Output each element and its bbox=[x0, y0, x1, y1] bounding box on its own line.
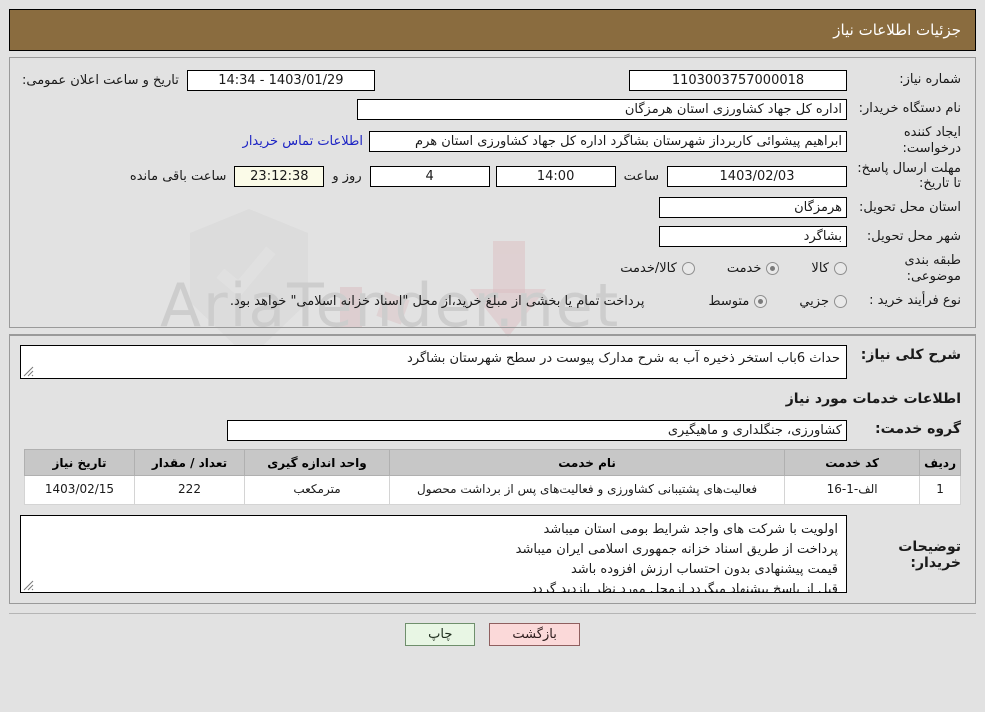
need-summary-value[interactable]: حداث 6باب استخر ذخیره آب به شرح مدارک پی… bbox=[20, 345, 847, 380]
need-services-panel: شرح کلی نیاز: حداث 6باب استخر ذخیره آب ب… bbox=[9, 334, 976, 604]
radio-service-label: خدمت bbox=[726, 261, 762, 277]
buyer-contact-link[interactable]: اطلاعات تماس خریدار bbox=[243, 134, 363, 149]
row-need-summary: شرح کلی نیاز: حداث 6باب استخر ذخیره آب ب… bbox=[20, 345, 965, 380]
public-announce-label: تاریخ و ساعت اعلان عمومی: bbox=[22, 72, 179, 88]
resize-handle-icon[interactable] bbox=[23, 366, 34, 377]
cell-name: فعالیت‌های پشتیبانی کشاورزی و فعالیت‌های… bbox=[388, 475, 786, 505]
deadline-label: مهلت ارسال پاسخ: تا تاریخ: bbox=[857, 160, 961, 192]
page-header: جزئیات اطلاعات نیاز bbox=[9, 9, 976, 51]
category-radio-group[interactable]: کالا خدمت کالا/خدمت bbox=[592, 261, 847, 276]
service-items-table-wrap: ردیف کد خدمت نام خدمت واحد اندازه گیری ت… bbox=[20, 449, 965, 505]
row-purchase-process: نوع فرأیند خرید : جزیي متوسط پرداخت تمام… bbox=[20, 288, 965, 314]
buyer-notes-value[interactable]: اولویت با شرکت های واجد شرایط بومی استان… bbox=[20, 514, 847, 593]
category-label: طبقه بندی موضوعی: bbox=[904, 252, 962, 284]
days-label: روز و bbox=[332, 168, 362, 184]
radio-minor-label: جزیي bbox=[799, 293, 829, 309]
row-service-group: گروه خدمت: کشاورزی، جنگلداری و ماهیگیری bbox=[20, 417, 965, 443]
buyer-notes-label: توضیحات خریدار: bbox=[898, 538, 961, 571]
city-label: شهر محل تحویل: bbox=[866, 228, 961, 244]
radio-goods-icon[interactable] bbox=[834, 262, 847, 276]
need-number-label: شماره نیاز: bbox=[899, 71, 961, 87]
th-index: ردیف bbox=[919, 449, 961, 477]
cell-need-date: 1403/02/15 bbox=[24, 475, 135, 505]
radio-goods-service-icon[interactable] bbox=[681, 262, 695, 276]
need-summary-text: حداث 6باب استخر ذخیره آب به شرح مدارک پی… bbox=[407, 351, 840, 367]
need-summary-label: شرح کلی نیاز: bbox=[860, 347, 961, 364]
remaining-days-value[interactable]: 4 bbox=[369, 165, 490, 187]
page-title: جزئیات اطلاعات نیاز bbox=[833, 21, 961, 39]
radio-goods-label: کالا bbox=[811, 261, 829, 277]
row-buyer-org: نام دستگاه خریدار: اداره کل جهاد کشاورزی… bbox=[20, 96, 965, 122]
row-subject-category: طبقه بندی موضوعی: کالا خدمت کالا/خدمت bbox=[20, 253, 965, 286]
radio-medium-label: متوسط bbox=[708, 293, 750, 309]
public-announce-value[interactable]: 14:34 - 1403/01/29 bbox=[186, 69, 375, 91]
service-group-value[interactable]: کشاورزی، جنگلداری و ماهیگیری bbox=[227, 419, 847, 441]
radio-service-icon[interactable] bbox=[766, 262, 780, 276]
buyer-note-line: قیمت پیشنهادی بدون احتساب ارزش افزوده با… bbox=[570, 561, 838, 577]
cell-code: الف-1-16 bbox=[784, 475, 921, 505]
print-button[interactable]: چاپ bbox=[405, 622, 476, 646]
row-response-deadline: مهلت ارسال پاسخ: تا تاریخ: 1403/02/03 سا… bbox=[20, 161, 965, 192]
hour-label: ساعت bbox=[623, 168, 659, 184]
services-section-title: اطلاعات خدمات مورد نیاز bbox=[785, 391, 961, 408]
creator-label: ایجاد کننده درخواست: bbox=[902, 125, 961, 157]
need-info-panel: شماره نیاز: 1103003757000018 14:34 - 140… bbox=[9, 57, 976, 329]
cell-unit: مترمکعب bbox=[244, 475, 390, 505]
row-buyer-notes: توضیحات خریدار: اولویت با شرکت های واجد … bbox=[20, 514, 965, 593]
table-header-row: ردیف کد خدمت نام خدمت واحد اندازه گیری ت… bbox=[24, 449, 961, 477]
creator-value[interactable]: ابراهیم پیشوائی کاربرداز شهرستان بشاگرد … bbox=[369, 130, 847, 152]
buyer-note-line: پرداخت از طریق اسناد خزانه جمهوری اسلامی… bbox=[515, 541, 838, 557]
buyer-note-line: قبل از پاسخ پیشنهاد میگردد ازمحل مورد نظ… bbox=[531, 582, 838, 593]
cell-quantity: 222 bbox=[134, 475, 245, 505]
th-need-date: تاریخ نیاز bbox=[24, 449, 135, 477]
radio-goods-service-label: کالا/خدمت bbox=[620, 261, 677, 277]
radio-item-minor[interactable]: جزیي bbox=[799, 294, 847, 309]
th-unit: واحد اندازه گیری bbox=[244, 449, 390, 477]
city-value[interactable]: بشاگرد bbox=[659, 226, 847, 248]
service-items-table: ردیف کد خدمت نام خدمت واحد اندازه گیری ت… bbox=[24, 449, 961, 505]
service-group-label: گروه خدمت: bbox=[875, 421, 961, 438]
buyer-org-value[interactable]: اداره کل جهاد کشاورزی استان هرمزگان bbox=[357, 98, 847, 120]
cell-index: 1 bbox=[919, 475, 961, 505]
radio-item-medium[interactable]: متوسط bbox=[708, 293, 768, 309]
countdown-timer: 23:12:38 bbox=[234, 165, 325, 187]
process-label: نوع فرأیند خرید : bbox=[869, 293, 961, 309]
radio-item-goods-service[interactable]: کالا/خدمت bbox=[620, 261, 695, 276]
radio-item-goods[interactable]: کالا bbox=[811, 261, 847, 276]
footer-actions: بازگشت چاپ bbox=[9, 612, 976, 646]
row-request-creator: ایجاد کننده درخواست: ابراهیم پیشوائی کار… bbox=[20, 125, 965, 158]
countdown-label: ساعت باقی مانده bbox=[129, 168, 227, 184]
process-radio-group[interactable]: جزیي متوسط bbox=[680, 294, 847, 309]
buyer-note-line: اولویت با شرکت های واجد شرایط بومی استان… bbox=[543, 521, 838, 537]
th-name: نام خدمت bbox=[388, 449, 786, 477]
province-value[interactable]: هرمزگان bbox=[659, 197, 847, 219]
payment-note: پرداخت تمام یا بخشی از مبلغ خرید،از محل … bbox=[229, 293, 645, 309]
row-need-number: شماره نیاز: 1103003757000018 14:34 - 140… bbox=[20, 67, 965, 93]
table-row[interactable]: 1 الف-1-16 فعالیت‌های پشتیبانی کشاورزی و… bbox=[24, 475, 961, 505]
need-number-value[interactable]: 1103003757000018 bbox=[629, 69, 847, 91]
buyer-org-label: نام دستگاه خریدار: bbox=[858, 100, 961, 116]
th-quantity: تعداد / مقدار bbox=[134, 449, 245, 477]
deadline-date-value[interactable]: 1403/02/03 bbox=[667, 165, 847, 187]
back-button[interactable]: بازگشت bbox=[489, 622, 580, 646]
radio-minor-icon[interactable] bbox=[834, 294, 847, 308]
row-delivery-city: شهر محل تحویل: بشاگرد bbox=[20, 224, 965, 250]
radio-medium-icon[interactable] bbox=[754, 294, 768, 308]
th-code: کد خدمت bbox=[784, 449, 921, 477]
deadline-time-value[interactable]: 14:00 bbox=[495, 165, 616, 187]
radio-item-service[interactable]: خدمت bbox=[727, 261, 780, 276]
province-label: استان محل تحویل: bbox=[859, 199, 961, 215]
row-delivery-province: استان محل تحویل: هرمزگان bbox=[20, 195, 965, 221]
